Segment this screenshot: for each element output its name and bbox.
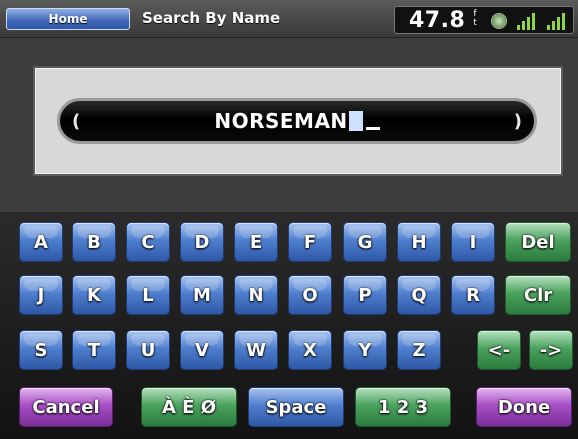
- key-k[interactable]: K: [72, 275, 116, 315]
- entry-text-line: NORSEMAN: [60, 109, 534, 133]
- key-o[interactable]: O: [288, 275, 332, 315]
- key-s[interactable]: S: [19, 330, 63, 370]
- clear-button[interactable]: Clr: [505, 275, 571, 315]
- keyboard: A B C D E F G H I Del J K L M N O P Q R …: [0, 212, 578, 439]
- satellite-icon: [491, 13, 507, 29]
- key-d[interactable]: D: [180, 222, 224, 262]
- space-button[interactable]: Space: [248, 387, 344, 427]
- key-f[interactable]: F: [288, 222, 332, 262]
- depth-readout: 47.8: [409, 8, 466, 33]
- key-p[interactable]: P: [343, 275, 387, 315]
- input-frame: ( NORSEMAN ): [33, 66, 563, 176]
- numbers-button[interactable]: 1 2 3: [355, 387, 451, 427]
- key-y[interactable]: Y: [343, 330, 387, 370]
- signal-strength-icon: [513, 12, 539, 30]
- empty-slot: [365, 127, 380, 130]
- key-b[interactable]: B: [72, 222, 116, 262]
- status-box: 47.8 f t: [394, 6, 574, 34]
- accents-button[interactable]: À È Ø: [141, 387, 237, 427]
- done-button[interactable]: Done: [476, 387, 572, 427]
- key-n[interactable]: N: [234, 275, 278, 315]
- depth-unit: f t: [473, 9, 477, 28]
- key-m[interactable]: M: [180, 275, 224, 315]
- key-z[interactable]: Z: [397, 330, 441, 370]
- home-button[interactable]: Home: [6, 8, 130, 30]
- key-l[interactable]: L: [126, 275, 170, 315]
- key-i[interactable]: I: [451, 222, 495, 262]
- cursor-left-button[interactable]: <-: [477, 330, 521, 370]
- key-q[interactable]: Q: [397, 275, 441, 315]
- signal-strength-icon-2: [543, 12, 569, 30]
- key-r[interactable]: R: [451, 275, 495, 315]
- scroll-right-icon[interactable]: ): [514, 111, 522, 132]
- key-w[interactable]: W: [234, 330, 278, 370]
- name-input[interactable]: ( NORSEMAN ): [57, 98, 537, 144]
- cursor-right-button[interactable]: ->: [529, 330, 573, 370]
- key-v[interactable]: V: [180, 330, 224, 370]
- key-a[interactable]: A: [19, 222, 63, 262]
- key-g[interactable]: G: [343, 222, 387, 262]
- entry-text: NORSEMAN: [214, 109, 348, 133]
- cancel-button[interactable]: Cancel: [19, 387, 113, 427]
- key-j[interactable]: J: [19, 275, 63, 315]
- key-e[interactable]: E: [234, 222, 278, 262]
- delete-button[interactable]: Del: [505, 222, 571, 262]
- input-panel: ( NORSEMAN ): [0, 38, 578, 212]
- key-u[interactable]: U: [126, 330, 170, 370]
- top-bar: Home Search By Name 47.8 f t: [0, 0, 578, 38]
- text-cursor: [348, 111, 363, 131]
- key-c[interactable]: C: [126, 222, 170, 262]
- page-title: Search By Name: [142, 9, 281, 27]
- key-h[interactable]: H: [397, 222, 441, 262]
- key-x[interactable]: X: [288, 330, 332, 370]
- key-t[interactable]: T: [72, 330, 116, 370]
